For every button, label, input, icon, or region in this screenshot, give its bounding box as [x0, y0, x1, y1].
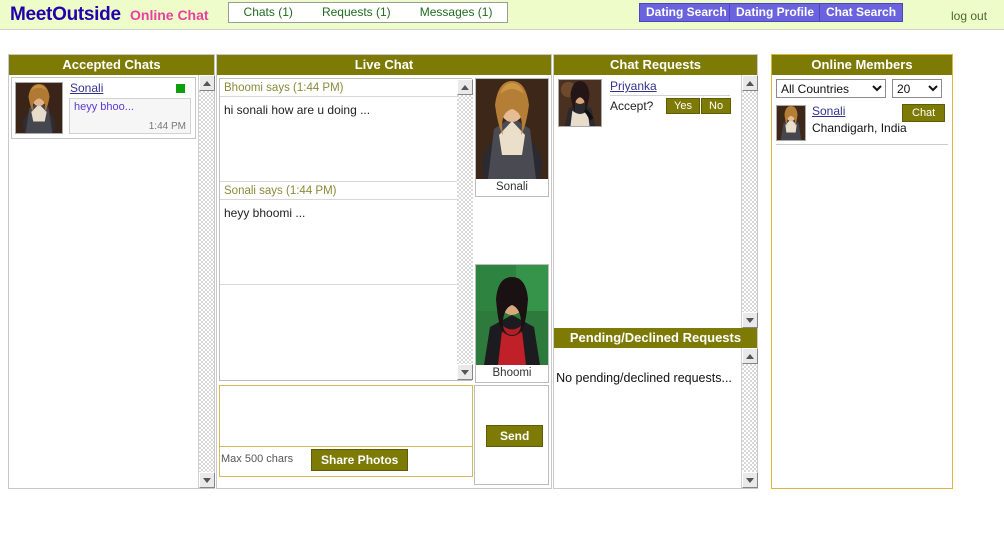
scroll-down-button[interactable] — [457, 364, 473, 380]
member-filters: All Countries 20 — [776, 79, 942, 98]
avatar — [476, 265, 548, 365]
app-subtitle: Online Chat — [130, 7, 209, 23]
chat-requests-panel: Chat Requests Priyanka Accept? Yes No Pe… — [553, 54, 758, 489]
online-members-title: Online Members — [772, 55, 952, 75]
member-location: Chandigarh, India — [812, 121, 907, 135]
chat-contact-name[interactable]: Sonali — [70, 81, 103, 95]
send-button[interactable]: Send — [486, 425, 544, 447]
scroll-up-button[interactable] — [457, 79, 473, 95]
pending-requests-title: Pending/Declined Requests — [554, 328, 757, 348]
main-tabbar: Chats (1) Requests (1) Messages (1) — [228, 2, 508, 23]
online-status-icon — [176, 84, 185, 93]
accepted-chats-scrollbar[interactable] — [198, 75, 215, 488]
tab-requests[interactable]: Requests (1) — [307, 3, 405, 22]
compose-area: Max 500 chars Share Photos Send — [219, 385, 549, 485]
logout-link[interactable]: log out — [951, 9, 987, 23]
message-header: Bhoomi says (1:44 PM) — [220, 79, 471, 97]
scroll-down-button[interactable] — [199, 472, 215, 488]
scroll-up-button[interactable] — [742, 75, 758, 91]
pending-requests-scrollbar[interactable] — [741, 348, 758, 488]
member-name[interactable]: Sonali — [812, 104, 845, 118]
participant-card[interactable]: Sonali — [475, 78, 549, 197]
message-header: Sonali says (1:44 PM) — [220, 182, 471, 200]
online-members-panel: Online Members All Countries 20 Sonali C… — [771, 54, 953, 489]
list-item[interactable]: Sonali heyy bhoo... 1:44 PM — [11, 77, 196, 139]
message-body: heyy bhoomi ... — [220, 200, 471, 285]
avatar — [776, 105, 806, 141]
woman-blonde-photo — [16, 83, 62, 133]
count-filter-select[interactable]: 20 — [892, 79, 942, 98]
country-filter-select[interactable]: All Countries — [776, 79, 886, 98]
chat-requests-scrollbar[interactable] — [741, 75, 758, 328]
tab-chats[interactable]: Chats (1) — [229, 3, 307, 22]
pending-requests-body: No pending/declined requests... — [554, 348, 757, 488]
accept-no-button[interactable]: No — [701, 98, 732, 114]
message-body: hi sonali how are u doing ... — [220, 97, 471, 182]
message-input[interactable] — [219, 385, 473, 447]
scroll-down-button[interactable] — [742, 472, 758, 488]
woman-blonde-photo — [777, 106, 805, 140]
chat-preview[interactable]: heyy bhoo... 1:44 PM — [69, 98, 191, 134]
pending-empty-text: No pending/declined requests... — [556, 371, 732, 385]
accepted-chats-panel: Accepted Chats Sonali heyy bhoo... 1:44 … — [8, 54, 215, 489]
live-chat-scrollbar[interactable] — [457, 79, 473, 380]
scroll-down-button[interactable] — [742, 312, 758, 328]
list-item[interactable]: Priyanka Accept? Yes No — [556, 77, 739, 131]
accept-yes-button[interactable]: Yes — [666, 98, 700, 114]
dating-search-button[interactable]: Dating Search — [639, 3, 734, 22]
tab-messages[interactable]: Messages (1) — [405, 3, 507, 22]
chat-requests-title: Chat Requests — [554, 55, 757, 75]
avatar — [558, 79, 602, 127]
share-photos-button[interactable]: Share Photos — [311, 449, 409, 471]
chat-search-button[interactable]: Chat Search — [819, 3, 904, 22]
scroll-up-button[interactable] — [199, 75, 215, 91]
app-logo: MeetOutside — [10, 4, 121, 25]
list-item[interactable]: Sonali Chandigarh, India Chat — [776, 103, 948, 145]
dating-profile-button[interactable]: Dating Profile — [729, 3, 822, 22]
app-header: MeetOutside Online Chat Chats (1) Reques… — [0, 0, 1004, 30]
chat-preview-time: 1:44 PM — [148, 121, 186, 132]
accepted-chats-title: Accepted Chats — [9, 55, 214, 75]
live-chat-panel: Live Chat Bhoomi says (1:44 PM) hi sonal… — [216, 54, 552, 489]
woman-red-dress-photo — [476, 265, 548, 365]
accepted-chats-list: Sonali heyy bhoo... 1:44 PM — [9, 75, 214, 488]
participant-card[interactable]: Bhoomi — [475, 264, 549, 383]
chat-preview-text: heyy bhoo... — [74, 101, 134, 113]
woman-blonde-photo — [476, 79, 548, 179]
participant-name: Sonali — [496, 181, 528, 193]
live-chat-messages: Bhoomi says (1:44 PM) hi sonali how are … — [219, 78, 472, 381]
avatar — [15, 82, 63, 134]
online-members-body: All Countries 20 Sonali Chandigarh, Indi… — [772, 75, 952, 488]
avatar — [476, 79, 548, 179]
live-chat-title: Live Chat — [217, 55, 551, 75]
member-chat-button[interactable]: Chat — [902, 104, 946, 122]
live-chat-participants: Sonali Bhoomi — [475, 78, 549, 406]
scroll-up-button[interactable] — [742, 348, 758, 364]
participant-name: Bhoomi — [492, 367, 532, 379]
chat-requests-list: Priyanka Accept? Yes No — [554, 75, 757, 328]
max-chars-label: Max 500 chars — [221, 453, 294, 465]
request-contact-name[interactable]: Priyanka — [610, 79, 730, 96]
accept-label: Accept? — [610, 99, 654, 113]
woman-dark-hair-photo — [559, 80, 601, 126]
